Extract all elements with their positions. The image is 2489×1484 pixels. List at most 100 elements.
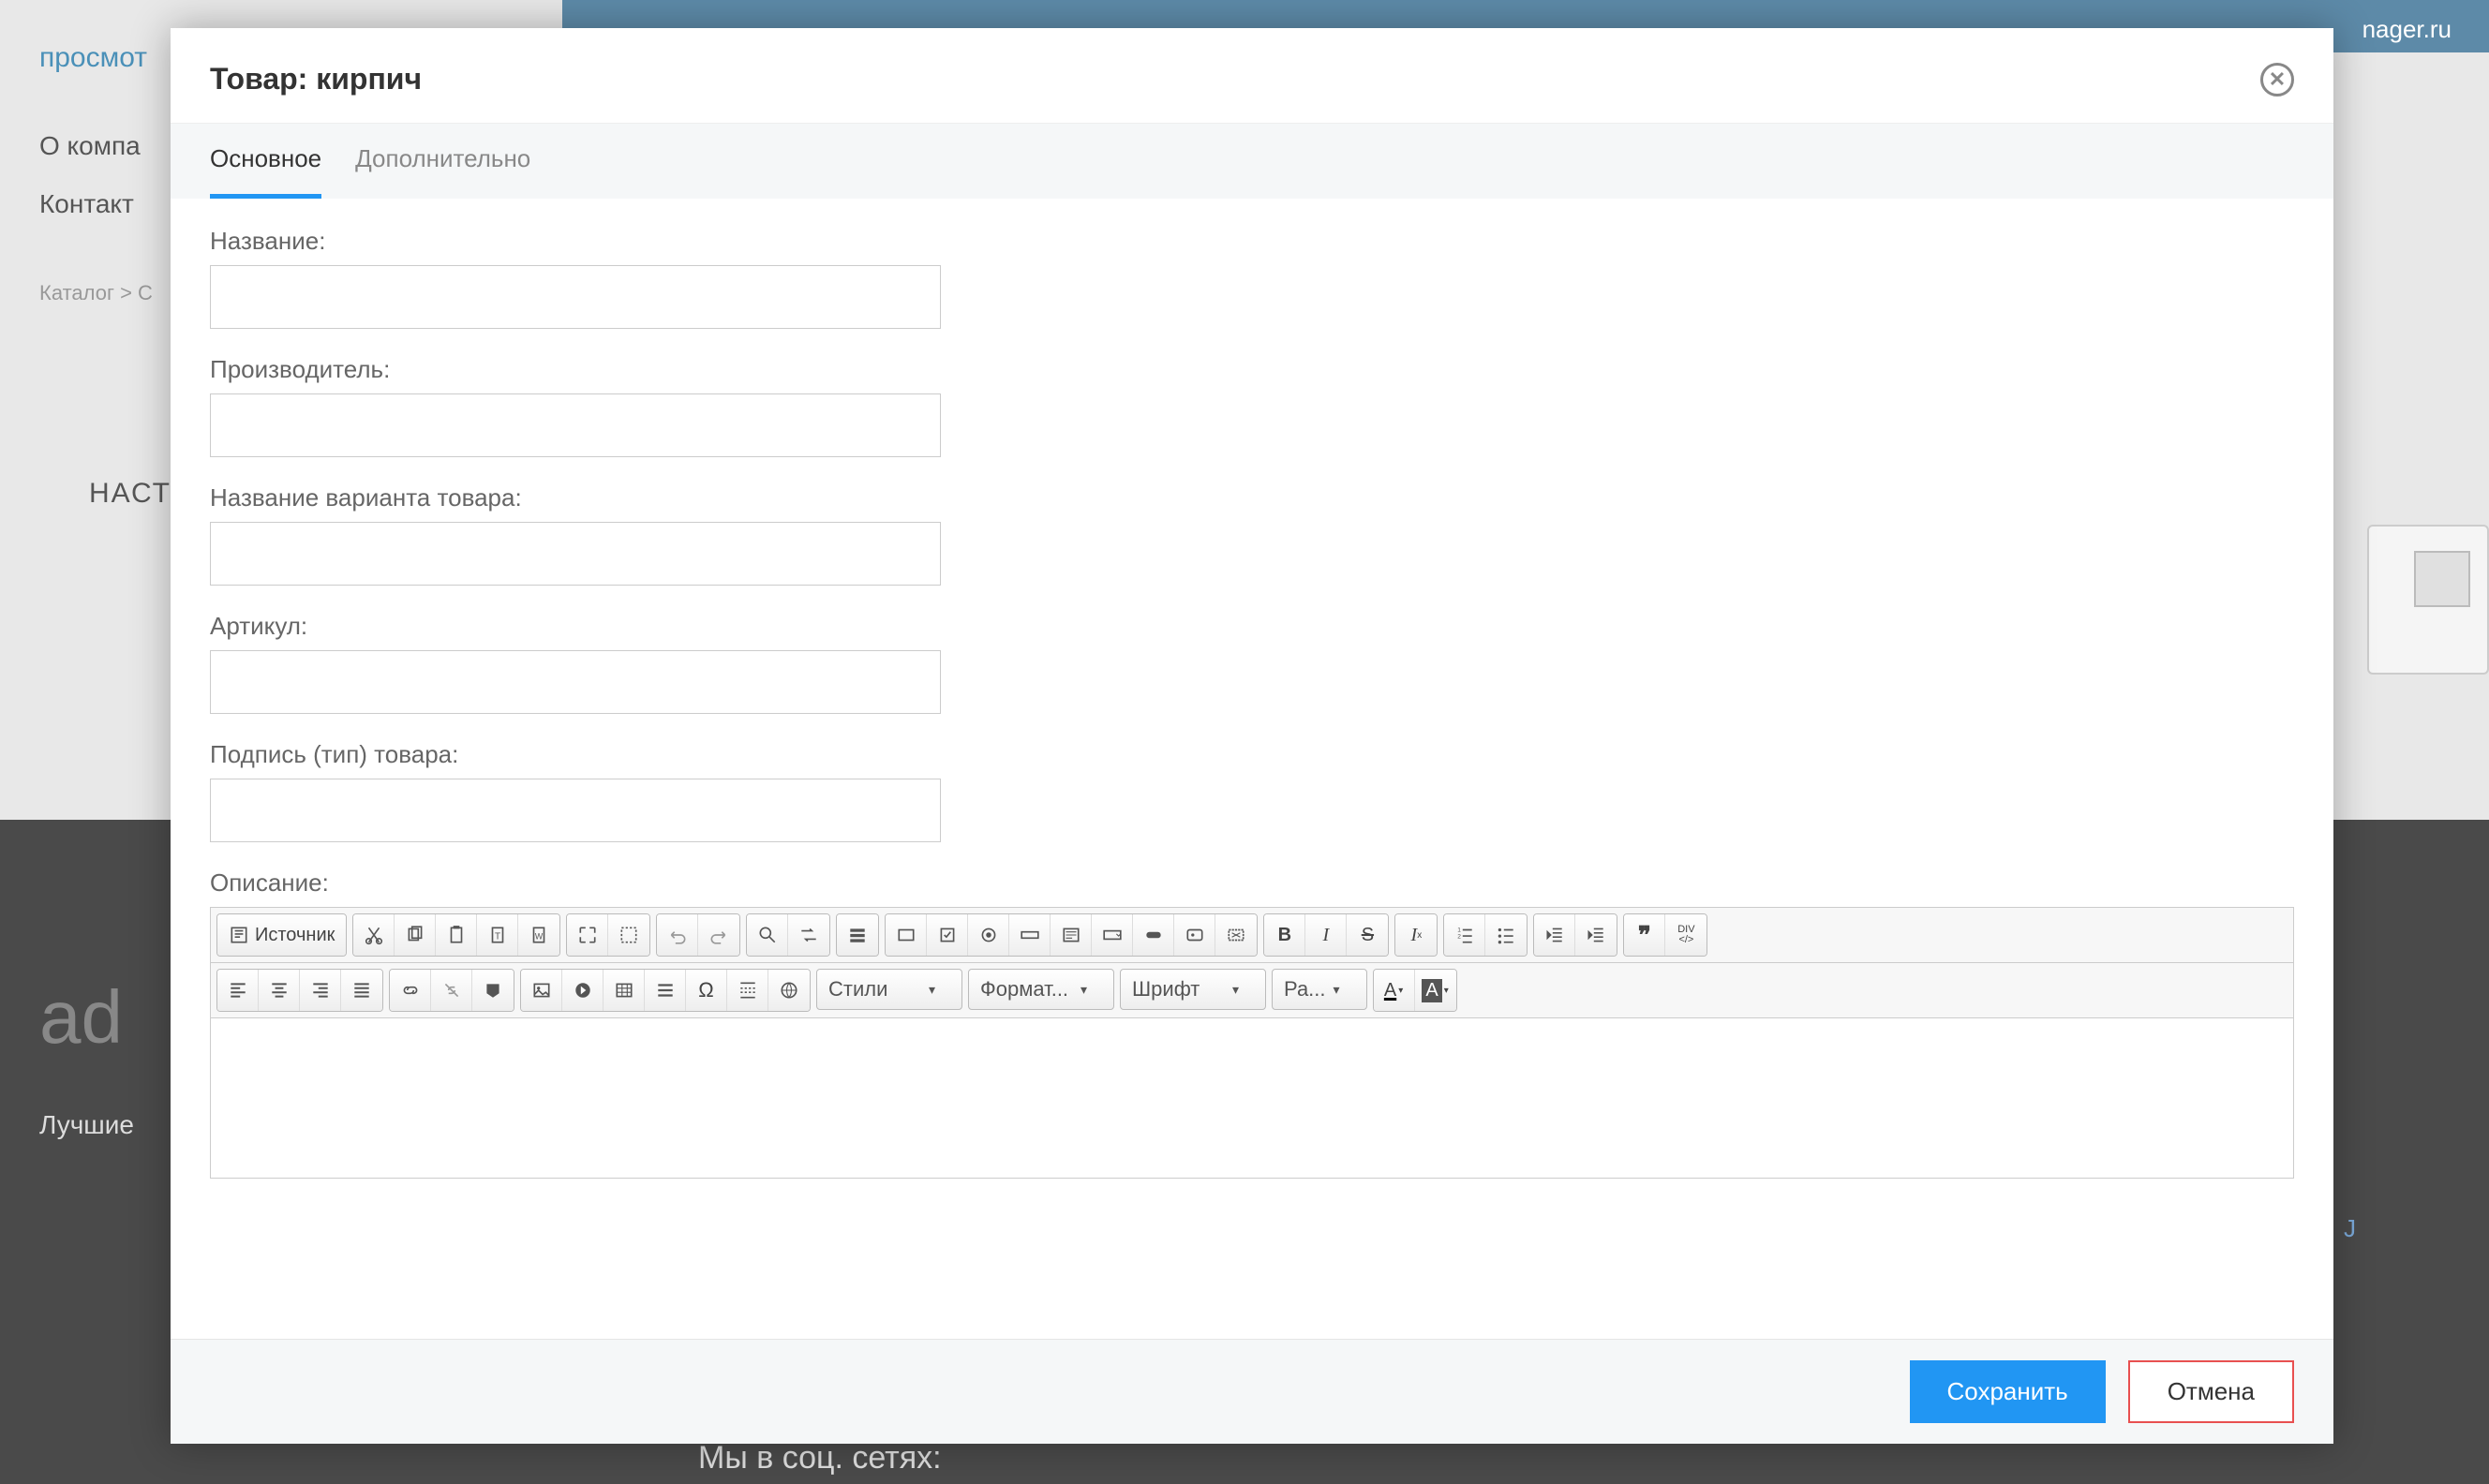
radio-icon: [978, 925, 999, 945]
tab-main[interactable]: Основное: [210, 124, 321, 199]
ul-icon: [1496, 925, 1516, 945]
product-modal: Товар: кирпич ✕ Основное Дополнительно Н…: [171, 28, 2333, 1444]
anchor-button[interactable]: [472, 970, 514, 1011]
button-widget-button[interactable]: [1133, 914, 1174, 956]
label-name: Название:: [210, 227, 2294, 256]
button-icon: [1143, 925, 1164, 945]
paste-button[interactable]: [436, 914, 477, 956]
maximize-icon: [577, 925, 598, 945]
image-button[interactable]: [521, 970, 562, 1011]
form-button[interactable]: [886, 914, 927, 956]
font-select[interactable]: Шрифт: [1120, 969, 1266, 1010]
paste-word-button[interactable]: W: [518, 914, 559, 956]
redo-icon: [708, 925, 729, 945]
select-all-icon: [847, 925, 868, 945]
input-manufacturer[interactable]: [210, 393, 941, 457]
table-icon: [614, 980, 634, 1001]
input-variant[interactable]: [210, 522, 941, 586]
cut-icon: [364, 925, 384, 945]
bold-button[interactable]: B: [1264, 914, 1305, 956]
format-select[interactable]: Формат...: [968, 969, 1114, 1010]
flash-button[interactable]: [562, 970, 604, 1011]
strike-button[interactable]: S: [1347, 914, 1388, 956]
select-button[interactable]: [1092, 914, 1133, 956]
align-center-button[interactable]: [259, 970, 300, 1011]
iframe-button[interactable]: [768, 970, 810, 1011]
label-article: Артикул:: [210, 612, 2294, 641]
svg-text:2: 2: [1457, 933, 1461, 940]
textarea-button[interactable]: [1051, 914, 1092, 956]
numbered-list-button[interactable]: 12: [1444, 914, 1485, 956]
replace-icon: [798, 925, 819, 945]
radio-button[interactable]: [968, 914, 1009, 956]
modal-header: Товар: кирпич ✕: [171, 28, 2333, 123]
text-color-button[interactable]: A▾: [1374, 970, 1415, 1011]
bullet-list-button[interactable]: [1485, 914, 1527, 956]
svg-text:W: W: [535, 931, 544, 941]
close-button[interactable]: ✕: [2260, 63, 2294, 96]
special-char-button[interactable]: Ω: [686, 970, 727, 1011]
checkbox-button[interactable]: [927, 914, 968, 956]
align-justify-icon: [351, 980, 372, 1001]
editor-toolbar-row1: Источник T W: [211, 908, 2293, 963]
input-caption[interactable]: [210, 779, 941, 842]
cut-button[interactable]: [353, 914, 395, 956]
modal-footer: Сохранить Отмена: [171, 1339, 2333, 1444]
pagebreak-button[interactable]: [727, 970, 768, 1011]
replace-button[interactable]: [788, 914, 829, 956]
link-button[interactable]: [390, 970, 431, 1011]
source-icon: [229, 925, 249, 945]
blocks-icon: [619, 925, 639, 945]
label-caption: Подпись (тип) товара:: [210, 740, 2294, 769]
redo-button[interactable]: [698, 914, 739, 956]
tab-bar: Основное Дополнительно: [171, 123, 2333, 199]
undo-button[interactable]: [657, 914, 698, 956]
source-button[interactable]: Источник: [217, 914, 346, 956]
select-all-button[interactable]: [837, 914, 878, 956]
editor-textarea[interactable]: [211, 1018, 2293, 1178]
paste-text-button[interactable]: T: [477, 914, 518, 956]
hr-button[interactable]: [645, 970, 686, 1011]
input-article[interactable]: [210, 650, 941, 714]
tab-extra[interactable]: Дополнительно: [355, 124, 530, 199]
copy-button[interactable]: [395, 914, 436, 956]
textfield-icon: [1020, 925, 1040, 945]
cancel-button[interactable]: Отмена: [2128, 1360, 2294, 1423]
svg-text:T: T: [495, 931, 500, 942]
size-select[interactable]: Ра...: [1272, 969, 1367, 1010]
image-button-button[interactable]: [1174, 914, 1215, 956]
show-blocks-button[interactable]: [608, 914, 649, 956]
ol-icon: 12: [1454, 925, 1475, 945]
maximize-button[interactable]: [567, 914, 608, 956]
anchor-icon: [483, 980, 503, 1001]
modal-body: Название: Производитель: Название вариан…: [171, 199, 2333, 1339]
align-left-button[interactable]: [217, 970, 259, 1011]
hidden-icon: [1226, 925, 1246, 945]
modal-overlay: Товар: кирпич ✕ Основное Дополнительно Н…: [0, 0, 2489, 1484]
hidden-field-button[interactable]: [1215, 914, 1257, 956]
align-left-icon: [228, 980, 248, 1001]
remove-format-button[interactable]: Ix: [1395, 914, 1437, 956]
unlink-button[interactable]: [431, 970, 472, 1011]
outdent-button[interactable]: [1534, 914, 1575, 956]
italic-button[interactable]: I: [1305, 914, 1347, 956]
paste-icon: [446, 925, 467, 945]
link-icon: [400, 980, 421, 1001]
table-button[interactable]: [604, 970, 645, 1011]
blockquote-button[interactable]: ❞: [1624, 914, 1665, 956]
align-justify-button[interactable]: [341, 970, 382, 1011]
font-label: Шрифт: [1132, 977, 1200, 1002]
div-button[interactable]: DIV</>: [1665, 914, 1707, 956]
indent-button[interactable]: [1575, 914, 1617, 956]
save-button[interactable]: Сохранить: [1910, 1360, 2106, 1423]
align-right-button[interactable]: [300, 970, 341, 1011]
input-name[interactable]: [210, 265, 941, 329]
bg-color-button[interactable]: A▾: [1415, 970, 1456, 1011]
find-button[interactable]: [747, 914, 788, 956]
close-icon: ✕: [2269, 67, 2286, 92]
flash-icon: [573, 980, 593, 1001]
styles-select[interactable]: Стили: [816, 969, 962, 1010]
rich-text-editor: Источник T W: [210, 907, 2294, 1179]
find-icon: [757, 925, 778, 945]
textfield-button[interactable]: [1009, 914, 1051, 956]
